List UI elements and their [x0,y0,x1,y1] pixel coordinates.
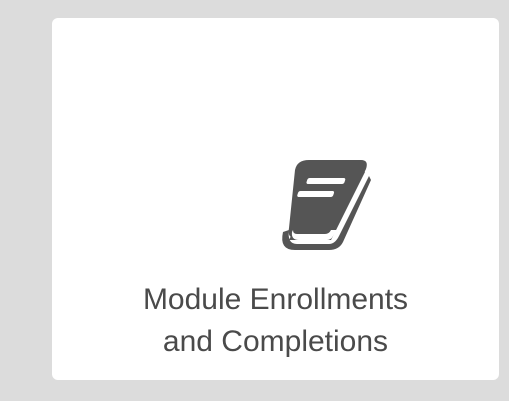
book-icon [265,156,381,256]
module-enrollments-tile[interactable]: Module Enrollments and Completions [52,18,499,380]
tile-label-line1: Module Enrollments [142,283,409,316]
tile-label-line2: and Completions [162,325,389,358]
tile-label: Module Enrollments and Completions [52,279,499,363]
